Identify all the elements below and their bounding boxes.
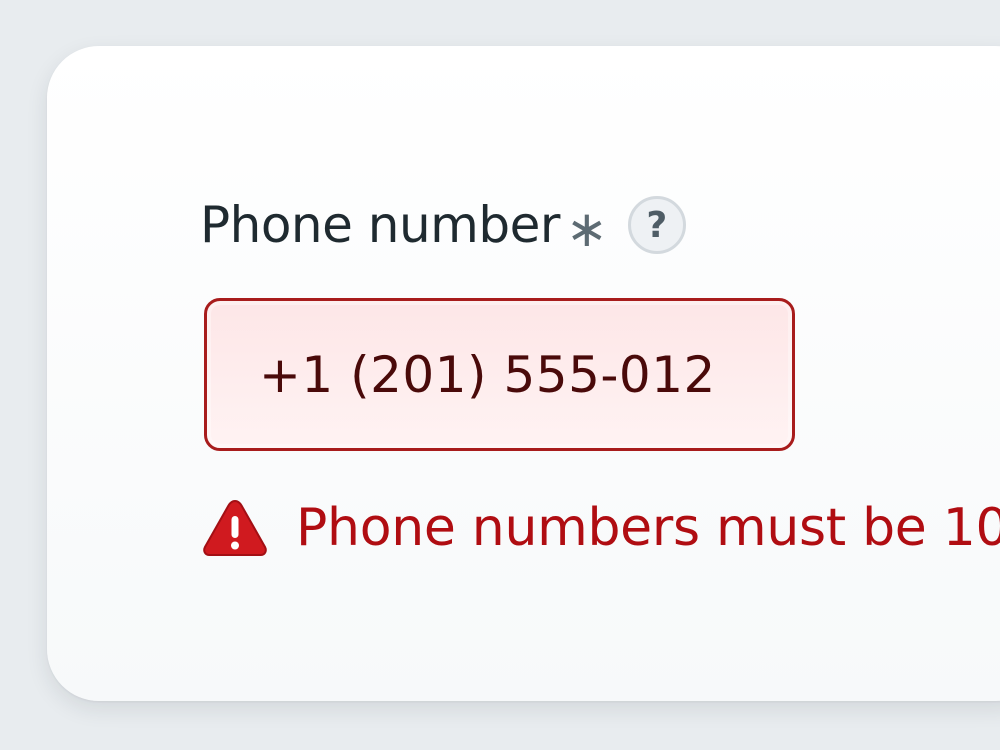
error-message: Phone numbers must be 10 <box>296 498 1000 558</box>
phone-field-label-row: Phone number ∗ ? <box>200 190 686 260</box>
required-asterisk: ∗ <box>565 200 608 258</box>
phone-field-label: Phone number <box>200 196 560 254</box>
help-icon[interactable]: ? <box>627 196 686 254</box>
warning-icon <box>203 499 267 556</box>
validation-error: Phone numbers must be 10 <box>202 495 1000 561</box>
phone-number-input[interactable]: +1 (201) 555-012 <box>204 298 795 451</box>
phone-number-value: +1 (201) 555-012 <box>259 345 716 404</box>
